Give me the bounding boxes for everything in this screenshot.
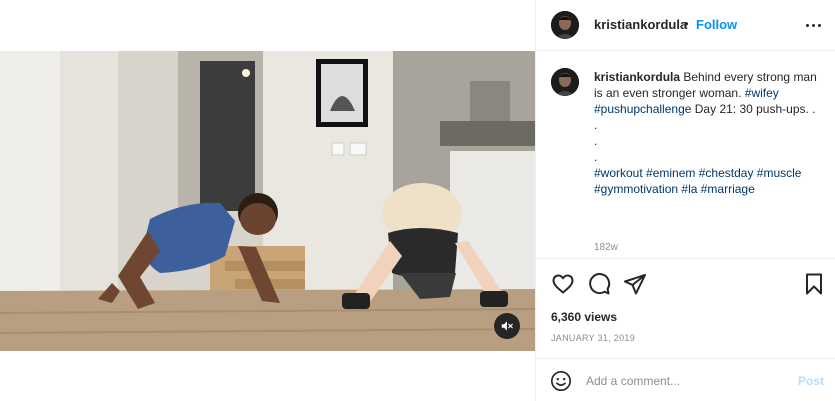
mute-toggle-button[interactable] (494, 313, 520, 339)
comment-bar: Post (536, 358, 835, 401)
comment-icon[interactable] (587, 272, 611, 296)
hashtag-link[interactable]: #pushupchallenge (594, 102, 691, 116)
post-age[interactable]: 182w (594, 242, 618, 253)
hashtag-link[interactable]: #eminem (646, 166, 695, 180)
caption-section: kristiankordula Behind every strong man … (536, 52, 835, 258)
hashtag-link[interactable]: #chestday (699, 166, 754, 180)
hashtag-link[interactable]: #workout (594, 166, 643, 180)
hashtag-link[interactable]: #marriage (701, 182, 755, 196)
avatar[interactable] (551, 11, 579, 39)
caption-text: kristiankordula Behind every strong man … (594, 69, 826, 197)
bookmark-icon[interactable] (802, 272, 826, 296)
emoji-icon[interactable] (550, 370, 572, 392)
caption-avatar[interactable] (551, 68, 579, 96)
hashtag-link[interactable]: #gymmotivation (594, 182, 678, 196)
post-date[interactable]: JANUARY 31, 2019 (551, 333, 635, 343)
avatar-image (551, 68, 579, 96)
video-player[interactable] (0, 51, 535, 351)
post-media (0, 0, 535, 401)
view-count[interactable]: 6,360 views (551, 310, 617, 324)
caption-username[interactable]: kristiankordula (594, 70, 680, 84)
video-frame (0, 51, 535, 351)
heart-icon[interactable] (551, 272, 575, 296)
more-options-icon[interactable] (802, 16, 824, 34)
caption-dot: . (594, 118, 598, 132)
caption-body: Day 21: 30 push-ups. . (694, 102, 816, 116)
caption-dot: . (594, 150, 598, 164)
avatar-image (551, 11, 579, 39)
comment-input[interactable] (586, 372, 786, 390)
hashtag-link[interactable]: #wifey (745, 86, 779, 100)
post-comment-button[interactable]: Post (798, 374, 824, 388)
post-header: kristiankordula • Follow (536, 0, 835, 51)
hashtag-link[interactable]: #la (681, 182, 697, 196)
follow-button[interactable]: Follow (696, 17, 737, 32)
separator-dot: • (684, 16, 689, 31)
hashtag-link[interactable]: #muscle (757, 166, 802, 180)
post-sidebar: kristiankordula • Follow kristiankordula… (535, 0, 835, 401)
speaker-muted-icon (501, 321, 513, 331)
username-link[interactable]: kristiankordula (594, 17, 687, 32)
caption-dot: . (594, 134, 598, 148)
action-bar: 6,360 views JANUARY 31, 2019 (536, 258, 835, 358)
paper-plane-icon[interactable] (623, 272, 647, 296)
